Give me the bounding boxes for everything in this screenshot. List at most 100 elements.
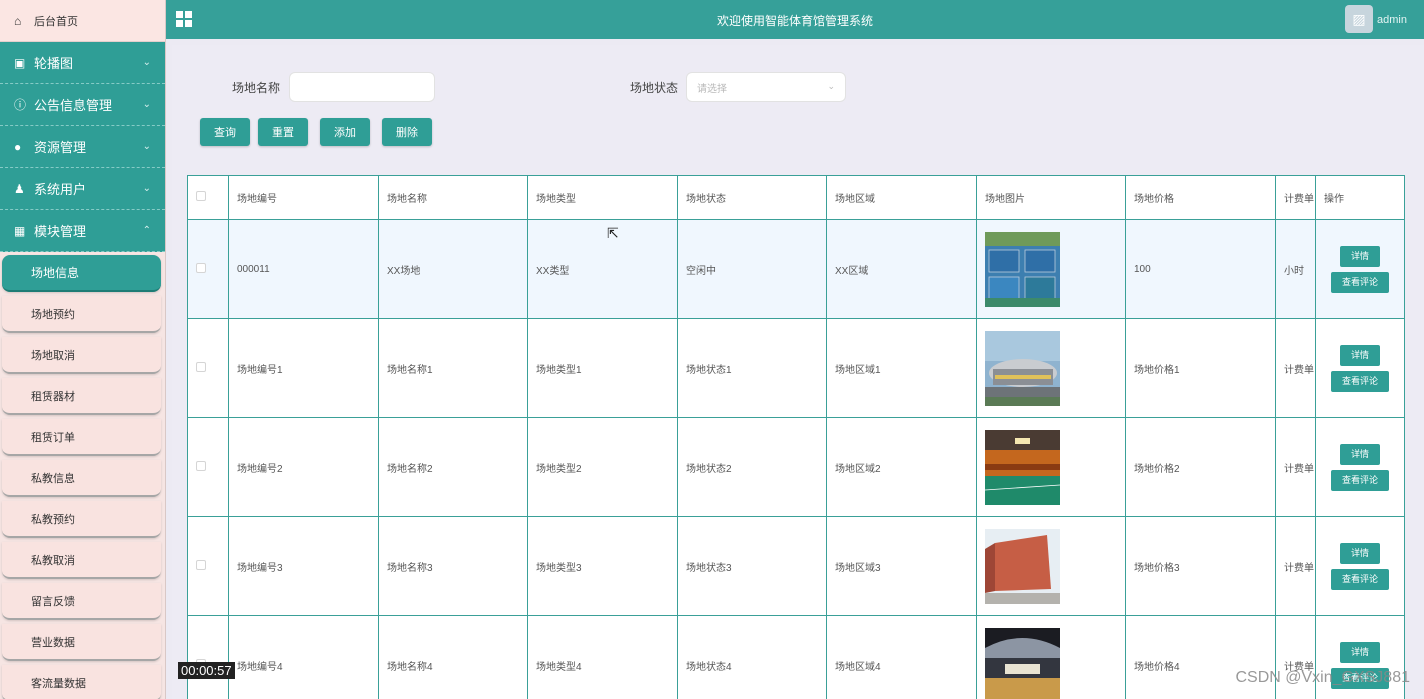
top-header: 欢迎使用智能体育馆管理系统 ▨ admin — [166, 0, 1424, 39]
table-row[interactable]: 场地编号1 场地名称1 场地类型1 场地状态1 场地区域1 场地价格1 计费单 … — [187, 318, 1405, 418]
submenu-coach-info[interactable]: 私教信息 — [2, 460, 161, 497]
submenu-venue-cancel[interactable]: 场地取消 — [2, 337, 161, 374]
submenu-coach-cancel[interactable]: 私教取消 — [2, 542, 161, 579]
venue-photo — [985, 429, 1060, 505]
header-actions: 操作 — [1315, 175, 1405, 220]
table-row[interactable]: 场地编号2 场地名称2 场地类型2 场地状态2 场地区域2 场地价格2 计费单 … — [187, 417, 1405, 517]
menu-resource-label: 资源管理 — [34, 140, 87, 155]
cell-area: 场地区域2 — [826, 417, 977, 517]
cell-image — [976, 417, 1126, 517]
user-icon: ♟ — [14, 181, 25, 196]
header-code: 场地编号 — [228, 175, 379, 220]
cell-area: 场地区域3 — [826, 516, 977, 616]
cell-unit: 计费单 — [1275, 318, 1316, 418]
venue-status-select[interactable]: 请选择 ⌄ — [686, 72, 846, 102]
submenu-venue-info[interactable]: 场地信息 — [2, 255, 161, 292]
table-row[interactable]: 场地编号4 场地名称4 场地类型4 场地状态4 场地区域4 场地价格4 计费单 … — [187, 615, 1405, 699]
menu-notice[interactable]: ⓘ 公告信息管理 ⌄ — [0, 84, 165, 126]
add-button[interactable]: 添加 — [320, 118, 370, 146]
cell-code: 场地编号1 — [228, 318, 379, 418]
sidebar-home-label: 后台首页 — [34, 15, 78, 28]
menu-carousel[interactable]: ▣ 轮播图 ⌄ — [0, 42, 165, 84]
query-button[interactable]: 查询 — [200, 118, 250, 146]
cell-status: 场地状态4 — [677, 615, 827, 699]
mouse-cursor-icon: ⇱ — [607, 225, 619, 241]
detail-button[interactable]: 详情 — [1340, 245, 1380, 267]
header-price: 场地价格 — [1125, 175, 1276, 220]
menu-resource[interactable]: ● 资源管理 ⌄ — [0, 126, 165, 168]
cell-name: 场地名称2 — [378, 417, 528, 517]
avatar[interactable]: ▨ — [1345, 5, 1373, 33]
row-checkbox[interactable] — [196, 262, 206, 273]
cell-type: 场地类型3 — [527, 516, 678, 616]
submenu-rent-orders[interactable]: 租赁订单 — [2, 419, 161, 456]
video-timer: 00:00:57 — [178, 662, 235, 679]
menu-system-user[interactable]: ♟ 系统用户 ⌄ — [0, 168, 165, 210]
view-comments-button[interactable]: 查看评论 — [1331, 370, 1389, 392]
header-unit: 计费单 — [1275, 175, 1316, 220]
cell-status: 场地状态1 — [677, 318, 827, 418]
page-title: 欢迎使用智能体育馆管理系统 — [716, 14, 873, 28]
cell-name: 场地名称1 — [378, 318, 528, 418]
chevron-down-icon: ⌄ — [827, 81, 835, 91]
cell-area: 场地区域4 — [826, 615, 977, 699]
chevron-down-icon: ⌄ — [142, 99, 151, 110]
cell-price: 场地价格3 — [1125, 516, 1276, 616]
select-all-checkbox[interactable] — [196, 191, 206, 201]
delete-button[interactable]: 删除 — [382, 118, 432, 146]
menu-module[interactable]: ▦ 模块管理 ⌃ — [0, 210, 165, 252]
submenu-rent-equipment[interactable]: 租赁器材 — [2, 378, 161, 415]
venue-photo — [985, 330, 1060, 406]
detail-button[interactable]: 详情 — [1340, 443, 1380, 465]
cell-name: XX场地 — [378, 219, 528, 319]
chevron-down-icon: ⌄ — [142, 57, 151, 68]
row-checkbox[interactable] — [196, 361, 206, 372]
cell-price: 100 — [1125, 219, 1276, 319]
sidebar-home[interactable]: ⌂ 后台首页 — [0, 0, 165, 42]
cell-status: 场地状态2 — [677, 417, 827, 517]
row-checkbox[interactable] — [196, 460, 206, 471]
venue-table: 场地编号 场地名称 场地类型 场地状态 场地区域 场地图片 场地价格 计费单 操… — [187, 175, 1405, 699]
table-row[interactable]: 场地编号3 场地名称3 场地类型3 场地状态3 场地区域3 场地价格3 计费单 … — [187, 516, 1405, 616]
header-image: 场地图片 — [976, 175, 1126, 220]
detail-button[interactable]: 详情 — [1340, 641, 1380, 663]
submenu-list: 场地信息 场地预约 场地取消 租赁器材 租赁订单 私教信息 私教预约 私教取消 … — [0, 252, 165, 699]
view-comments-button[interactable]: 查看评论 — [1331, 568, 1389, 590]
sidebar: ⌂ 后台首页 ▣ 轮播图 ⌄ ⓘ 公告信息管理 ⌄ ● 资源管理 ⌄ ♟ 系统用… — [0, 0, 166, 699]
submenu-traffic-data[interactable]: 客流量数据 — [2, 665, 161, 699]
submenu-feedback[interactable]: 留言反馈 — [2, 583, 161, 620]
venue-status-label: 场地状态 — [630, 81, 679, 95]
header-type: 场地类型 — [527, 175, 678, 220]
cell-code: 场地编号2 — [228, 417, 379, 517]
table-header-row: 场地编号 场地名称 场地类型 场地状态 场地区域 场地图片 场地价格 计费单 操… — [187, 175, 1405, 220]
username[interactable]: admin — [1377, 14, 1407, 26]
menu-module-label: 模块管理 — [34, 224, 87, 239]
detail-button[interactable]: 详情 — [1340, 344, 1380, 366]
header-area: 场地区域 — [826, 175, 977, 220]
cell-actions: 详情 查看评论 — [1315, 516, 1405, 616]
venue-status-placeholder: 请选择 — [697, 83, 727, 95]
cell-unit: 计费单 — [1275, 417, 1316, 517]
detail-button[interactable]: 详情 — [1340, 542, 1380, 564]
cell-actions: 详情 查看评论 — [1315, 318, 1405, 418]
venue-photo — [985, 528, 1060, 604]
view-comments-button[interactable]: 查看评论 — [1331, 271, 1389, 293]
reset-button[interactable]: 重置 — [258, 118, 308, 146]
table-row[interactable]: 000011 XX场地 XX类型 空闲中 XX区域 100 小时 详情 查看评论 — [187, 219, 1405, 319]
row-checkbox[interactable] — [196, 559, 206, 570]
view-comments-button[interactable]: 查看评论 — [1331, 469, 1389, 491]
cell-area: 场地区域1 — [826, 318, 977, 418]
cell-code: 场地编号4 — [228, 615, 379, 699]
menu-carousel-label: 轮播图 — [34, 56, 74, 71]
select-all-cell[interactable] — [187, 175, 229, 220]
submenu-revenue-data[interactable]: 营业数据 — [2, 624, 161, 661]
submenu-venue-booking[interactable]: 场地预约 — [2, 296, 161, 333]
cell-image — [976, 516, 1126, 616]
grid-icon: ▦ — [14, 223, 26, 238]
cell-type: 场地类型4 — [527, 615, 678, 699]
cell-type: 场地类型1 — [527, 318, 678, 418]
image-icon: ▣ — [14, 55, 26, 70]
cell-price: 场地价格1 — [1125, 318, 1276, 418]
venue-name-input[interactable] — [289, 72, 435, 102]
submenu-coach-booking[interactable]: 私教预约 — [2, 501, 161, 538]
